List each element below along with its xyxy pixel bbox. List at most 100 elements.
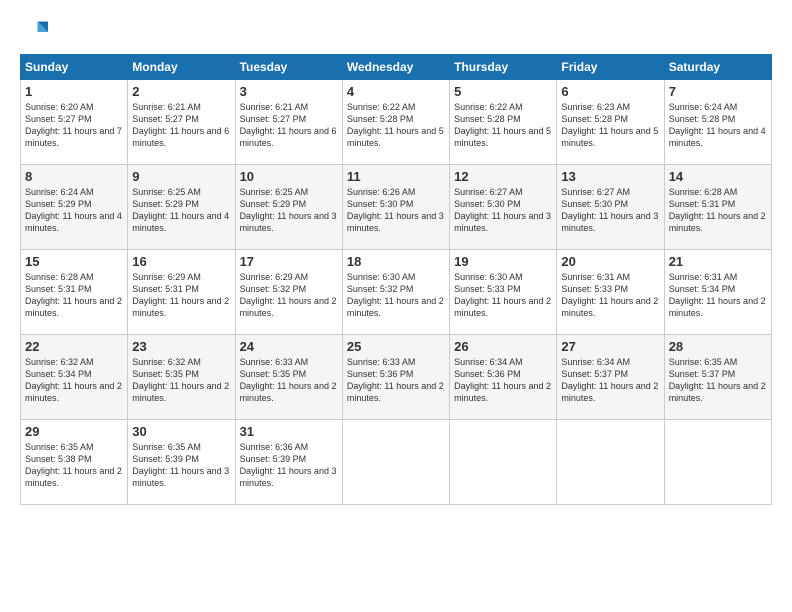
calendar-cell: 17 Sunrise: 6:29 AMSunset: 5:32 PMDaylig… [235, 250, 342, 335]
calendar-cell: 8 Sunrise: 6:24 AMSunset: 5:29 PMDayligh… [21, 165, 128, 250]
cell-info: Sunrise: 6:34 AMSunset: 5:36 PMDaylight:… [454, 357, 551, 403]
day-number: 16 [132, 254, 230, 269]
cell-info: Sunrise: 6:34 AMSunset: 5:37 PMDaylight:… [561, 357, 658, 403]
calendar-cell: 10 Sunrise: 6:25 AMSunset: 5:29 PMDaylig… [235, 165, 342, 250]
calendar-cell: 6 Sunrise: 6:23 AMSunset: 5:28 PMDayligh… [557, 80, 664, 165]
calendar-cell: 19 Sunrise: 6:30 AMSunset: 5:33 PMDaylig… [450, 250, 557, 335]
day-number: 2 [132, 84, 230, 99]
cell-info: Sunrise: 6:20 AMSunset: 5:27 PMDaylight:… [25, 102, 122, 148]
day-number: 11 [347, 169, 445, 184]
cell-info: Sunrise: 6:32 AMSunset: 5:35 PMDaylight:… [132, 357, 229, 403]
cell-info: Sunrise: 6:35 AMSunset: 5:38 PMDaylight:… [25, 442, 122, 488]
day-number: 25 [347, 339, 445, 354]
cell-info: Sunrise: 6:30 AMSunset: 5:32 PMDaylight:… [347, 272, 444, 318]
calendar-cell: 9 Sunrise: 6:25 AMSunset: 5:29 PMDayligh… [128, 165, 235, 250]
cell-info: Sunrise: 6:26 AMSunset: 5:30 PMDaylight:… [347, 187, 444, 233]
cell-info: Sunrise: 6:28 AMSunset: 5:31 PMDaylight:… [25, 272, 122, 318]
cell-info: Sunrise: 6:21 AMSunset: 5:27 PMDaylight:… [240, 102, 337, 148]
cell-info: Sunrise: 6:22 AMSunset: 5:28 PMDaylight:… [454, 102, 551, 148]
calendar-cell: 31 Sunrise: 6:36 AMSunset: 5:39 PMDaylig… [235, 420, 342, 505]
calendar-cell: 23 Sunrise: 6:32 AMSunset: 5:35 PMDaylig… [128, 335, 235, 420]
page: SundayMondayTuesdayWednesdayThursdayFrid… [0, 0, 792, 517]
cell-info: Sunrise: 6:30 AMSunset: 5:33 PMDaylight:… [454, 272, 551, 318]
weekday-header-thursday: Thursday [450, 55, 557, 80]
calendar: SundayMondayTuesdayWednesdayThursdayFrid… [20, 54, 772, 505]
cell-info: Sunrise: 6:27 AMSunset: 5:30 PMDaylight:… [454, 187, 551, 233]
calendar-cell: 15 Sunrise: 6:28 AMSunset: 5:31 PMDaylig… [21, 250, 128, 335]
day-number: 21 [669, 254, 767, 269]
weekday-header-row: SundayMondayTuesdayWednesdayThursdayFrid… [21, 55, 772, 80]
day-number: 12 [454, 169, 552, 184]
day-number: 10 [240, 169, 338, 184]
day-number: 20 [561, 254, 659, 269]
week-row-5: 29 Sunrise: 6:35 AMSunset: 5:38 PMDaylig… [21, 420, 772, 505]
cell-info: Sunrise: 6:27 AMSunset: 5:30 PMDaylight:… [561, 187, 658, 233]
calendar-cell: 13 Sunrise: 6:27 AMSunset: 5:30 PMDaylig… [557, 165, 664, 250]
calendar-cell: 24 Sunrise: 6:33 AMSunset: 5:35 PMDaylig… [235, 335, 342, 420]
week-row-2: 8 Sunrise: 6:24 AMSunset: 5:29 PMDayligh… [21, 165, 772, 250]
day-number: 9 [132, 169, 230, 184]
day-number: 27 [561, 339, 659, 354]
calendar-cell: 2 Sunrise: 6:21 AMSunset: 5:27 PMDayligh… [128, 80, 235, 165]
day-number: 24 [240, 339, 338, 354]
calendar-cell: 1 Sunrise: 6:20 AMSunset: 5:27 PMDayligh… [21, 80, 128, 165]
cell-info: Sunrise: 6:33 AMSunset: 5:36 PMDaylight:… [347, 357, 444, 403]
week-row-4: 22 Sunrise: 6:32 AMSunset: 5:34 PMDaylig… [21, 335, 772, 420]
day-number: 6 [561, 84, 659, 99]
calendar-cell: 20 Sunrise: 6:31 AMSunset: 5:33 PMDaylig… [557, 250, 664, 335]
day-number: 1 [25, 84, 123, 99]
cell-info: Sunrise: 6:22 AMSunset: 5:28 PMDaylight:… [347, 102, 444, 148]
calendar-cell [450, 420, 557, 505]
cell-info: Sunrise: 6:24 AMSunset: 5:29 PMDaylight:… [25, 187, 122, 233]
header-area [20, 18, 772, 46]
cell-info: Sunrise: 6:24 AMSunset: 5:28 PMDaylight:… [669, 102, 766, 148]
calendar-cell: 12 Sunrise: 6:27 AMSunset: 5:30 PMDaylig… [450, 165, 557, 250]
cell-info: Sunrise: 6:23 AMSunset: 5:28 PMDaylight:… [561, 102, 658, 148]
weekday-header-tuesday: Tuesday [235, 55, 342, 80]
cell-info: Sunrise: 6:35 AMSunset: 5:39 PMDaylight:… [132, 442, 229, 488]
calendar-cell: 26 Sunrise: 6:34 AMSunset: 5:36 PMDaylig… [450, 335, 557, 420]
day-number: 19 [454, 254, 552, 269]
cell-info: Sunrise: 6:36 AMSunset: 5:39 PMDaylight:… [240, 442, 337, 488]
day-number: 15 [25, 254, 123, 269]
calendar-cell: 28 Sunrise: 6:35 AMSunset: 5:37 PMDaylig… [664, 335, 771, 420]
day-number: 29 [25, 424, 123, 439]
day-number: 8 [25, 169, 123, 184]
calendar-cell [664, 420, 771, 505]
cell-info: Sunrise: 6:33 AMSunset: 5:35 PMDaylight:… [240, 357, 337, 403]
cell-info: Sunrise: 6:21 AMSunset: 5:27 PMDaylight:… [132, 102, 229, 148]
logo [20, 18, 52, 46]
cell-info: Sunrise: 6:35 AMSunset: 5:37 PMDaylight:… [669, 357, 766, 403]
day-number: 18 [347, 254, 445, 269]
calendar-cell: 21 Sunrise: 6:31 AMSunset: 5:34 PMDaylig… [664, 250, 771, 335]
day-number: 14 [669, 169, 767, 184]
calendar-cell: 29 Sunrise: 6:35 AMSunset: 5:38 PMDaylig… [21, 420, 128, 505]
day-number: 26 [454, 339, 552, 354]
calendar-cell: 18 Sunrise: 6:30 AMSunset: 5:32 PMDaylig… [342, 250, 449, 335]
weekday-header-sunday: Sunday [21, 55, 128, 80]
calendar-cell [557, 420, 664, 505]
day-number: 23 [132, 339, 230, 354]
cell-info: Sunrise: 6:25 AMSunset: 5:29 PMDaylight:… [240, 187, 337, 233]
cell-info: Sunrise: 6:31 AMSunset: 5:34 PMDaylight:… [669, 272, 766, 318]
calendar-cell: 30 Sunrise: 6:35 AMSunset: 5:39 PMDaylig… [128, 420, 235, 505]
cell-info: Sunrise: 6:29 AMSunset: 5:31 PMDaylight:… [132, 272, 229, 318]
day-number: 31 [240, 424, 338, 439]
calendar-cell: 25 Sunrise: 6:33 AMSunset: 5:36 PMDaylig… [342, 335, 449, 420]
cell-info: Sunrise: 6:28 AMSunset: 5:31 PMDaylight:… [669, 187, 766, 233]
weekday-header-wednesday: Wednesday [342, 55, 449, 80]
day-number: 17 [240, 254, 338, 269]
calendar-cell: 14 Sunrise: 6:28 AMSunset: 5:31 PMDaylig… [664, 165, 771, 250]
calendar-cell: 7 Sunrise: 6:24 AMSunset: 5:28 PMDayligh… [664, 80, 771, 165]
calendar-cell: 5 Sunrise: 6:22 AMSunset: 5:28 PMDayligh… [450, 80, 557, 165]
day-number: 30 [132, 424, 230, 439]
cell-info: Sunrise: 6:31 AMSunset: 5:33 PMDaylight:… [561, 272, 658, 318]
calendar-cell: 22 Sunrise: 6:32 AMSunset: 5:34 PMDaylig… [21, 335, 128, 420]
day-number: 5 [454, 84, 552, 99]
calendar-cell [342, 420, 449, 505]
cell-info: Sunrise: 6:32 AMSunset: 5:34 PMDaylight:… [25, 357, 122, 403]
calendar-cell: 27 Sunrise: 6:34 AMSunset: 5:37 PMDaylig… [557, 335, 664, 420]
day-number: 28 [669, 339, 767, 354]
week-row-1: 1 Sunrise: 6:20 AMSunset: 5:27 PMDayligh… [21, 80, 772, 165]
cell-info: Sunrise: 6:29 AMSunset: 5:32 PMDaylight:… [240, 272, 337, 318]
